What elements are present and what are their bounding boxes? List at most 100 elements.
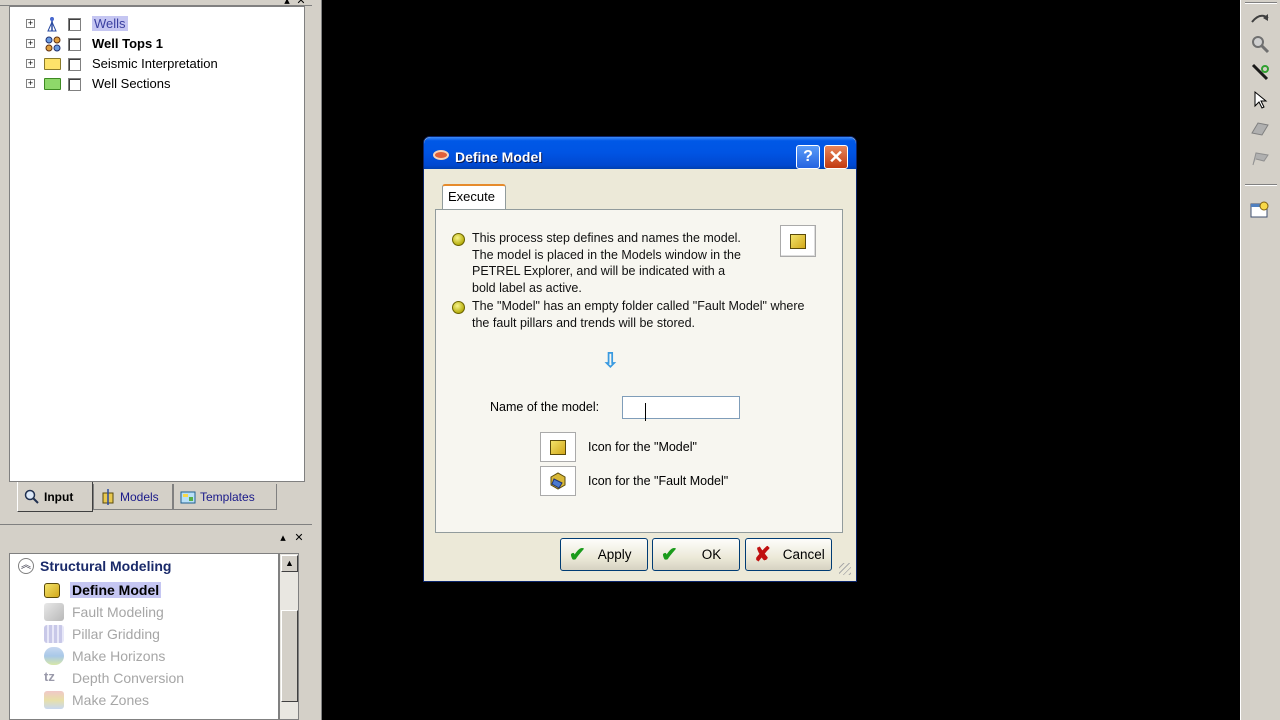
model-icon-button[interactable] xyxy=(540,432,576,462)
tab-execute[interactable]: Execute xyxy=(442,184,506,210)
tree-label: Well Sections xyxy=(92,76,171,91)
process-make-horizons[interactable]: Make Horizons xyxy=(44,646,165,666)
process-pillar-gridding[interactable]: Pillar Gridding xyxy=(44,624,160,644)
expand-icon[interactable]: + xyxy=(26,59,35,68)
fault-model-icon-button[interactable] xyxy=(540,466,576,496)
tab-models[interactable]: Models xyxy=(93,484,173,510)
scroll-thumb[interactable] xyxy=(281,610,298,702)
tree-label: Well Tops 1 xyxy=(92,36,164,51)
model-preview-icon xyxy=(780,225,816,257)
fault-model-icon-row: Icon for the "Fault Model" xyxy=(540,466,728,496)
name-label: Name of the model: xyxy=(490,400,600,414)
well-tops-icon xyxy=(45,36,61,52)
process-depth-conversion[interactable]: tz Depth Conversion xyxy=(44,668,184,688)
dialog-body: Execute This process step defines and na… xyxy=(427,173,853,577)
process-label: Make Zones xyxy=(72,692,150,708)
pillar-gridding-icon xyxy=(44,625,64,643)
collapse-icon[interactable]: ︽ xyxy=(18,558,34,574)
flag-tool-icon[interactable] xyxy=(1247,146,1273,170)
process-scrollbar[interactable]: ▲ xyxy=(279,553,299,720)
model-icon-row: Icon for the "Model" xyxy=(540,432,697,462)
tree-label: Seismic Interpretation xyxy=(92,56,218,71)
model-name-input[interactable] xyxy=(622,396,740,419)
pin-icon[interactable]: ▴ xyxy=(276,533,290,546)
text-cursor-icon xyxy=(645,403,646,421)
visibility-checkbox[interactable] xyxy=(68,18,81,31)
process-define-model[interactable]: Define Model xyxy=(44,580,162,600)
fault-model-icon-label: Icon for the "Fault Model" xyxy=(588,474,729,488)
bullet-icon xyxy=(452,301,465,314)
process-group-header[interactable]: ︽ Structural Modeling xyxy=(18,558,171,574)
dialog-title: Define Model xyxy=(455,149,543,165)
pick-tool-icon[interactable] xyxy=(1247,116,1273,140)
expand-icon[interactable]: + xyxy=(26,79,35,88)
arrow-down-icon: ⇩ xyxy=(602,350,619,372)
cube-icon xyxy=(790,233,806,249)
ok-button[interactable]: ✔ OK xyxy=(652,538,740,571)
visibility-checkbox[interactable] xyxy=(68,38,81,51)
cancel-button[interactable]: ✘ Cancel xyxy=(745,538,832,571)
make-zones-icon xyxy=(44,691,64,709)
model-icon-label: Icon for the "Model" xyxy=(588,440,697,454)
fault-model-icon xyxy=(550,472,566,490)
process-diagram: ︽ Structural Modeling Define Model Fault… xyxy=(9,553,279,720)
close-icon[interactable]: ✕ xyxy=(292,533,306,546)
toolbar-separator xyxy=(1245,2,1277,4)
zoom-icon[interactable] xyxy=(1247,32,1273,56)
define-model-dialog: Define Model ? ✕ Execute This process st… xyxy=(423,136,857,582)
description-text: This process step defines and names the … xyxy=(472,231,741,295)
resize-grip[interactable] xyxy=(839,563,851,575)
measure-icon[interactable] xyxy=(1247,60,1273,84)
make-horizons-icon xyxy=(44,647,64,665)
expand-icon[interactable]: + xyxy=(26,39,35,48)
description-text: The "Model" has an empty folder called "… xyxy=(472,299,805,330)
process-group-title: Structural Modeling xyxy=(40,558,172,574)
process-make-zones[interactable]: Make Zones xyxy=(44,690,149,710)
magnifier-icon xyxy=(24,489,39,504)
left-dock: ▴ ✕ + Wells + Well Tops 1 + Seismic Inte… xyxy=(0,0,322,720)
process-fault-modeling[interactable]: Fault Modeling xyxy=(44,602,164,622)
explorer-tree: + Wells + Well Tops 1 + Seismic Interpre… xyxy=(9,6,305,482)
define-model-icon xyxy=(44,582,60,598)
select-pointer-icon[interactable] xyxy=(1247,88,1273,112)
folder-icon xyxy=(44,58,61,70)
cancel-label: Cancel xyxy=(782,547,825,562)
tree-label: Wells xyxy=(92,16,128,31)
green-folder-icon xyxy=(44,78,61,90)
checkmark-icon: ✔ xyxy=(661,544,678,566)
fault-modeling-icon xyxy=(44,603,64,621)
apply-button[interactable]: ✔ Apply xyxy=(560,538,648,571)
visibility-checkbox[interactable] xyxy=(68,78,81,91)
ok-label: OK xyxy=(701,547,722,562)
wells-icon xyxy=(47,17,57,32)
app-icon xyxy=(433,150,449,160)
process-label: Depth Conversion xyxy=(72,670,185,686)
panel-separator xyxy=(0,524,312,532)
splitter[interactable] xyxy=(312,0,322,720)
process-label: Pillar Gridding xyxy=(72,626,160,642)
settings-window-icon[interactable] xyxy=(1247,198,1273,222)
tab-label: Templates xyxy=(200,489,255,504)
explorer-tabs: Input Models Templates xyxy=(9,482,305,512)
depth-conversion-icon: tz xyxy=(44,669,55,684)
execute-panel: This process step defines and names the … xyxy=(435,209,843,533)
dialog-titlebar[interactable]: Define Model ? ✕ xyxy=(424,137,856,169)
visibility-checkbox[interactable] xyxy=(68,58,81,71)
scroll-up-icon[interactable]: ▲ xyxy=(281,555,298,572)
help-button[interactable]: ? xyxy=(796,145,820,169)
models-icon xyxy=(102,488,114,505)
toolbar-separator xyxy=(1245,184,1277,186)
rotate-view-icon[interactable] xyxy=(1247,6,1273,30)
tab-templates[interactable]: Templates xyxy=(173,484,277,510)
bullet-icon xyxy=(452,233,465,246)
cube-icon xyxy=(550,439,566,455)
templates-icon xyxy=(180,491,196,503)
checkmark-icon: ✔ xyxy=(569,544,586,566)
close-button[interactable]: ✕ xyxy=(824,145,848,169)
expand-icon[interactable]: + xyxy=(26,19,35,28)
tab-label: Input xyxy=(44,489,74,504)
right-toolbar xyxy=(1240,0,1280,720)
tab-input[interactable]: Input xyxy=(17,482,93,512)
process-label: Make Horizons xyxy=(72,648,166,664)
tab-label: Models xyxy=(120,489,159,504)
